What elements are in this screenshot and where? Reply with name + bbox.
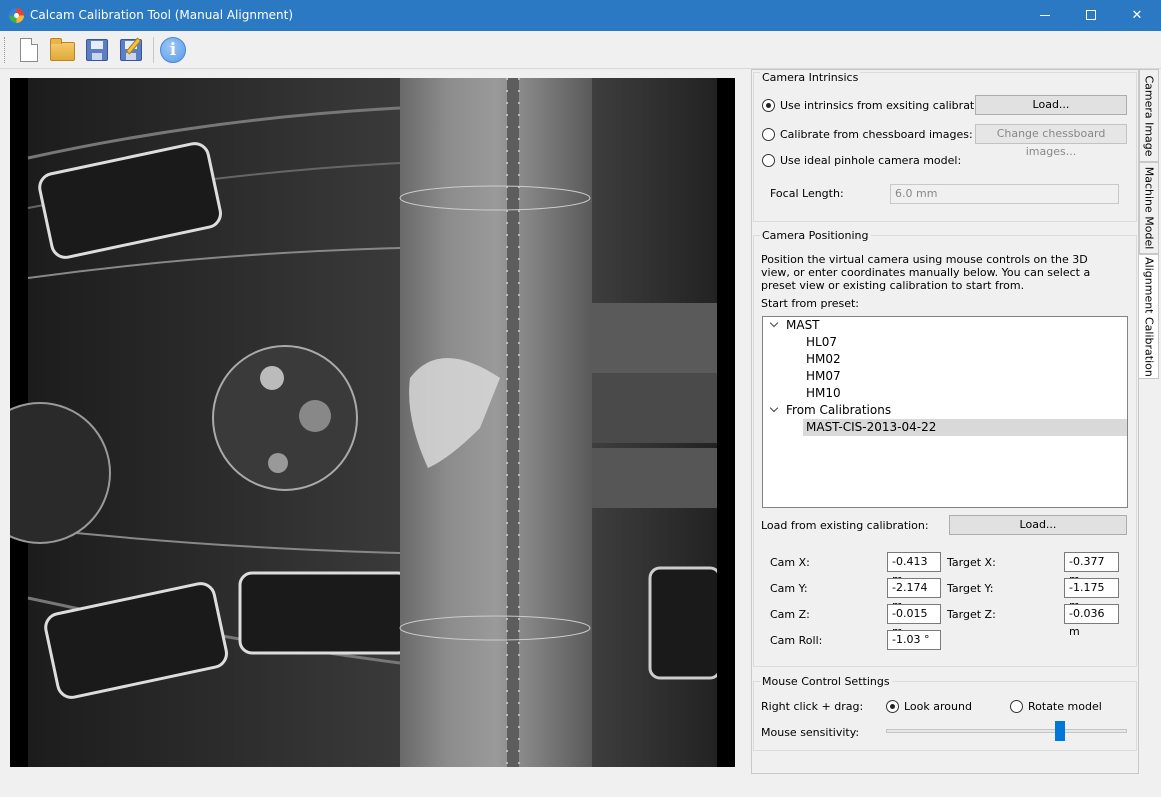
title-bar: Calcam Calibration Tool (Manual Alignmen… xyxy=(0,0,1161,31)
target-z-field[interactable]: -0.036 m xyxy=(1064,604,1119,638)
close-button[interactable]: ✕ xyxy=(1114,0,1160,31)
window-title: Calcam Calibration Tool (Manual Alignmen… xyxy=(30,8,294,22)
load-existing-label: Load from existing calibration: xyxy=(761,519,929,532)
intrinsics-chessboard-label: Calibrate from chessboard images: xyxy=(780,128,973,141)
cam-y-label: Cam Y: xyxy=(770,582,808,595)
tokamak-render xyxy=(10,78,735,767)
tab-camera-image[interactable]: Camera Image xyxy=(1139,69,1159,162)
chevron-down-icon[interactable] xyxy=(769,320,779,330)
calcam-app-icon xyxy=(9,8,24,23)
load-existing-button[interactable]: Load... xyxy=(949,515,1127,535)
tree-item-selected[interactable]: MAST-CIS-2013-04-22 xyxy=(803,419,1127,436)
toolbar-separator xyxy=(153,37,154,63)
camera-intrinsics-title: Camera Intrinsics xyxy=(760,71,861,84)
intrinsics-existing-radio[interactable] xyxy=(762,99,775,112)
chevron-down-icon[interactable] xyxy=(769,405,779,415)
info-button[interactable]: i xyxy=(159,36,187,64)
cam-roll-label: Cam Roll: xyxy=(770,634,823,647)
tree-item[interactable]: HM10 xyxy=(806,385,841,402)
cam-roll-field[interactable]: -1.03 ° xyxy=(887,630,941,650)
focal-length-field[interactable]: 6.0 mm xyxy=(890,184,1119,204)
tree-item[interactable]: HM02 xyxy=(806,351,841,368)
preset-tree[interactable]: MAST HL07 HM02 HM07 HM10 From Calibratio… xyxy=(762,316,1128,508)
look-around-radio[interactable] xyxy=(886,700,899,713)
sensitivity-label: Mouse sensitivity: xyxy=(761,726,860,739)
preset-label: Start from preset: xyxy=(761,297,860,310)
intrinsics-pinhole-label: Use ideal pinhole camera model: xyxy=(780,154,962,167)
cam-z-label: Cam Z: xyxy=(770,608,810,621)
info-icon: i xyxy=(160,37,186,63)
minimize-button[interactable] xyxy=(1022,0,1068,31)
cam-x-field[interactable]: -0.413 m xyxy=(887,552,941,586)
toolbar-grip[interactable] xyxy=(4,37,7,63)
target-y-field[interactable]: -1.175 m xyxy=(1064,578,1119,612)
rotate-model-radio[interactable] xyxy=(1010,700,1023,713)
look-around-label: Look around xyxy=(904,700,972,713)
intrinsics-pinhole-radio[interactable] xyxy=(762,154,775,167)
save-button[interactable] xyxy=(83,36,111,64)
minimize-icon xyxy=(1040,15,1050,16)
save-as-button[interactable] xyxy=(117,36,145,64)
new-button[interactable] xyxy=(14,36,42,64)
sensitivity-slider[interactable] xyxy=(886,729,1127,733)
intrinsics-load-button[interactable]: Load... xyxy=(975,95,1127,115)
maximize-button[interactable] xyxy=(1068,0,1114,31)
target-x-label: Target X: xyxy=(947,556,996,569)
target-y-label: Target Y: xyxy=(947,582,994,595)
mouse-control-group xyxy=(753,681,1137,751)
open-folder-icon xyxy=(50,38,75,61)
intrinsics-existing-label: Use intrinsics from exsiting calibration… xyxy=(780,99,995,112)
maximize-icon xyxy=(1086,10,1096,20)
camera-positioning-title: Camera Positioning xyxy=(760,229,871,242)
3d-view[interactable] xyxy=(10,78,735,767)
open-button[interactable] xyxy=(48,36,76,64)
tree-group-mast[interactable]: MAST xyxy=(786,317,820,334)
cam-y-field[interactable]: -2.174 m xyxy=(887,578,941,612)
change-chessboard-button[interactable]: Change chessboard images... xyxy=(975,124,1127,158)
target-x-field[interactable]: -0.377 m xyxy=(1064,552,1119,586)
intrinsics-chessboard-radio[interactable] xyxy=(762,128,775,141)
mouse-control-title: Mouse Control Settings xyxy=(760,675,892,688)
camera-positioning-description: Position the virtual camera using mouse … xyxy=(761,253,1091,292)
toolbar: i xyxy=(0,31,1161,69)
target-z-label: Target Z: xyxy=(947,608,996,621)
cam-z-field[interactable]: -0.015 m xyxy=(887,604,941,638)
sensitivity-slider-handle[interactable] xyxy=(1055,721,1065,741)
tree-item[interactable]: HM07 xyxy=(806,368,841,385)
tab-machine-model[interactable]: Machine Model xyxy=(1139,162,1159,254)
right-click-label: Right click + drag: xyxy=(761,700,864,713)
rotate-model-label: Rotate model xyxy=(1028,700,1102,713)
cam-x-label: Cam X: xyxy=(770,556,810,569)
focal-length-label: Focal Length: xyxy=(770,187,844,200)
tab-alignment-calibration[interactable]: Alignment Calibration xyxy=(1139,254,1159,379)
new-file-icon xyxy=(20,38,38,62)
tree-group-calibrations[interactable]: From Calibrations xyxy=(786,402,891,419)
tree-item[interactable]: HL07 xyxy=(806,334,837,351)
save-icon xyxy=(86,39,108,61)
